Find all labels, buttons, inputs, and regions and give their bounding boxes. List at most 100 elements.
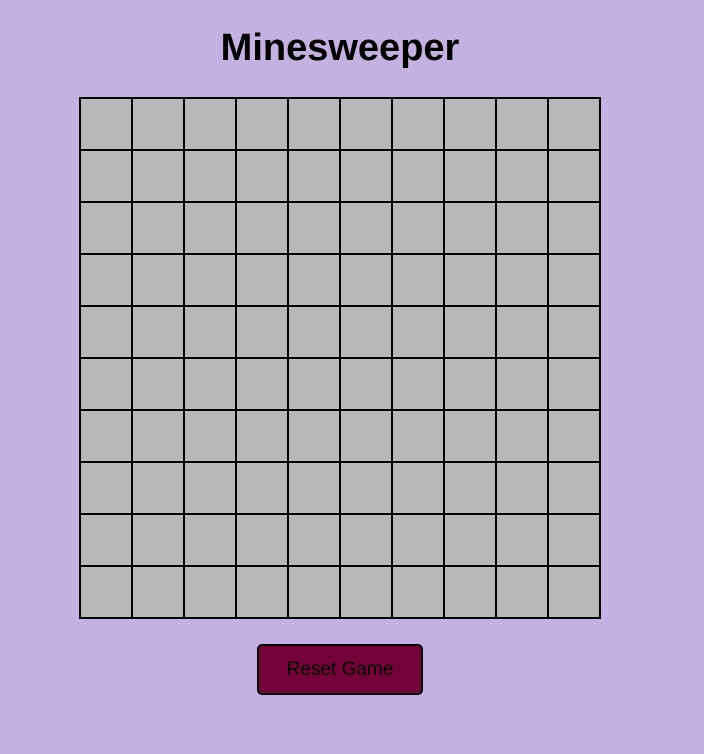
board-cell[interactable] [341,567,393,619]
board-cell[interactable] [185,255,237,307]
board-cell[interactable] [237,307,289,359]
board-cell[interactable] [341,99,393,151]
board-cell[interactable] [497,567,549,619]
board-cell[interactable] [185,99,237,151]
board-cell[interactable] [497,515,549,567]
reset-game-button[interactable]: Reset Game [257,644,423,695]
board-cell[interactable] [445,359,497,411]
board-cell[interactable] [237,567,289,619]
board-cell[interactable] [289,463,341,515]
board-cell[interactable] [549,463,601,515]
board-cell[interactable] [289,411,341,463]
board-cell[interactable] [393,515,445,567]
board-cell[interactable] [237,151,289,203]
board-cell[interactable] [81,203,133,255]
board-cell[interactable] [133,307,185,359]
board-cell[interactable] [341,359,393,411]
board-cell[interactable] [393,567,445,619]
board-cell[interactable] [237,463,289,515]
board-cell[interactable] [185,203,237,255]
board-cell[interactable] [81,515,133,567]
board-cell[interactable] [133,463,185,515]
board-cell[interactable] [549,151,601,203]
board-cell[interactable] [497,255,549,307]
board-cell[interactable] [185,359,237,411]
board-cell[interactable] [341,411,393,463]
board-cell[interactable] [133,255,185,307]
board-cell[interactable] [445,411,497,463]
board-cell[interactable] [549,203,601,255]
board-cell[interactable] [81,255,133,307]
board-cell[interactable] [185,515,237,567]
board-cell[interactable] [341,463,393,515]
board-cell[interactable] [393,463,445,515]
board-cell[interactable] [237,411,289,463]
board-cell[interactable] [289,99,341,151]
board-cell[interactable] [445,99,497,151]
board-cell[interactable] [497,359,549,411]
board-cell[interactable] [185,567,237,619]
board-cell[interactable] [237,255,289,307]
board-cell[interactable] [289,203,341,255]
board-cell[interactable] [549,567,601,619]
board-cell[interactable] [81,307,133,359]
board-cell[interactable] [289,515,341,567]
board-cell[interactable] [445,151,497,203]
board-cell[interactable] [445,567,497,619]
board-cell[interactable] [81,463,133,515]
board-cell[interactable] [81,151,133,203]
board-cell[interactable] [393,255,445,307]
board-cell[interactable] [237,515,289,567]
board-cell[interactable] [81,99,133,151]
board-cell[interactable] [445,463,497,515]
board-cell[interactable] [289,307,341,359]
board-cell[interactable] [133,411,185,463]
board-cell[interactable] [289,359,341,411]
board-cell[interactable] [497,307,549,359]
board-cell[interactable] [341,151,393,203]
board-cell[interactable] [393,307,445,359]
board-cell[interactable] [497,99,549,151]
board-cell[interactable] [133,567,185,619]
board-cell[interactable] [445,203,497,255]
board-cell[interactable] [133,99,185,151]
board-cell[interactable] [289,567,341,619]
board-cell[interactable] [81,359,133,411]
board-cell[interactable] [133,203,185,255]
board-cell[interactable] [393,99,445,151]
board-cell[interactable] [445,307,497,359]
board-cell[interactable] [549,359,601,411]
board-cell[interactable] [341,515,393,567]
board-cell[interactable] [497,203,549,255]
board-cell[interactable] [81,411,133,463]
board-cell[interactable] [497,411,549,463]
board-cell[interactable] [393,411,445,463]
board-cell[interactable] [549,307,601,359]
board-cell[interactable] [393,359,445,411]
board-cell[interactable] [549,99,601,151]
board-cell[interactable] [289,255,341,307]
board-cell[interactable] [185,463,237,515]
board-cell[interactable] [393,203,445,255]
board-cell[interactable] [289,151,341,203]
board-cell[interactable] [185,151,237,203]
board-cell[interactable] [341,203,393,255]
board-cell[interactable] [341,307,393,359]
board-cell[interactable] [133,359,185,411]
board-cell[interactable] [237,203,289,255]
board-cell[interactable] [549,515,601,567]
board-cell[interactable] [549,255,601,307]
board-cell[interactable] [237,359,289,411]
board-cell[interactable] [185,411,237,463]
board-cell[interactable] [497,151,549,203]
board-cell[interactable] [133,515,185,567]
board-cell[interactable] [549,411,601,463]
board-cell[interactable] [445,255,497,307]
board-cell[interactable] [133,151,185,203]
board-cell[interactable] [185,307,237,359]
board-cell[interactable] [237,99,289,151]
board-cell[interactable] [341,255,393,307]
board-cell[interactable] [81,567,133,619]
board-cell[interactable] [497,463,549,515]
board-cell[interactable] [393,151,445,203]
